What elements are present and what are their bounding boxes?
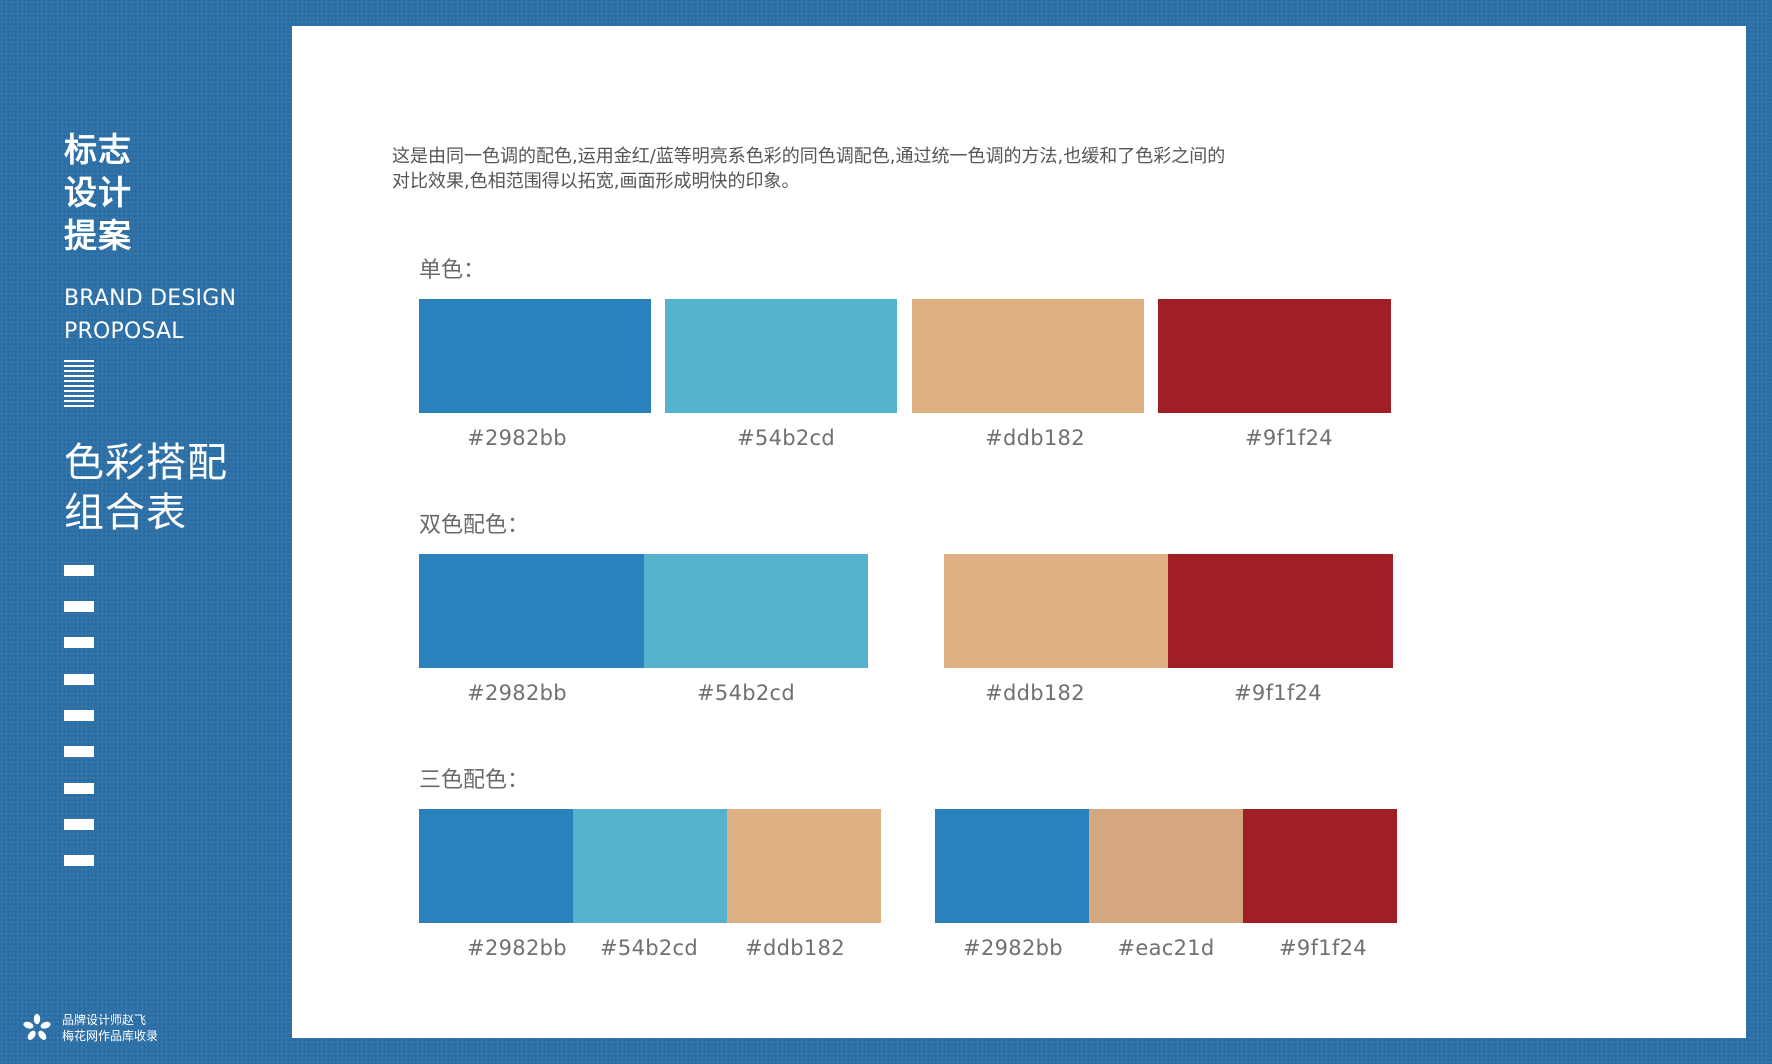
color-swatch xyxy=(1243,809,1397,923)
triple-color-label: 三色配色： xyxy=(419,768,530,793)
hex-code-label: #9f1f24 xyxy=(1279,936,1367,960)
brand-subtitle-line-2: PROPOSAL xyxy=(64,319,184,344)
dash-decoration xyxy=(64,637,94,648)
color-swatch xyxy=(1089,809,1243,923)
hex-code-label: #54b2cd xyxy=(737,426,835,450)
stripes-decoration xyxy=(64,360,94,408)
color-swatch xyxy=(419,554,644,668)
hex-code-label: #2982bb xyxy=(467,426,567,450)
color-swatch xyxy=(727,809,881,923)
section-title-line-1: 色彩搭配 xyxy=(64,440,228,486)
hex-code-label: #ddb182 xyxy=(985,426,1085,450)
hex-code-label: #ddb182 xyxy=(985,681,1085,705)
description-line-1: 这是由同一色调的配色,运用金红/蓝等明亮系色彩的同色调配色,通过统一色调的方法,… xyxy=(392,146,1226,167)
color-swatch xyxy=(935,809,1089,923)
brand-title-line-3: 提案 xyxy=(64,216,132,255)
single-color-label: 单色： xyxy=(419,258,486,283)
color-swatch xyxy=(912,299,1144,413)
sidebar: 标志 设计 提案 BRAND DESIGN PROPOSAL 色彩搭配 组合表 xyxy=(0,0,292,1064)
dash-decoration xyxy=(64,601,94,612)
hex-code-label: #eac21d xyxy=(1117,936,1215,960)
brand-subtitle: BRAND DESIGN PROPOSAL xyxy=(64,282,236,348)
brand-title-line-1: 标志 xyxy=(64,130,132,169)
hex-code-label: #2982bb xyxy=(467,681,567,705)
color-swatch xyxy=(644,554,868,668)
color-swatch xyxy=(1168,554,1393,668)
description: 这是由同一色调的配色,运用金红/蓝等明亮系色彩的同色调配色,通过统一色调的方法,… xyxy=(392,144,1392,194)
hex-code-label: #ddb182 xyxy=(745,936,845,960)
dash-decoration xyxy=(64,710,94,721)
dash-decoration xyxy=(64,819,94,830)
hex-code-label: #2982bb xyxy=(467,936,567,960)
color-swatch xyxy=(665,299,897,413)
hex-code-label: #54b2cd xyxy=(697,681,795,705)
hex-code-label: #2982bb xyxy=(963,936,1063,960)
hex-code-label: #54b2cd xyxy=(600,936,698,960)
content-panel: 这是由同一色调的配色,运用金红/蓝等明亮系色彩的同色调配色,通过统一色调的方法,… xyxy=(292,26,1746,1038)
credit: 品牌设计师赵飞 梅花网作品库收录 xyxy=(22,1012,158,1044)
double-color-label: 双色配色： xyxy=(419,513,530,538)
brand-title-line-2: 设计 xyxy=(64,173,132,212)
credit-line-2: 梅花网作品库收录 xyxy=(62,1029,159,1043)
credit-line-1: 品牌设计师赵飞 xyxy=(62,1013,147,1027)
brand-subtitle-line-1: BRAND DESIGN xyxy=(64,286,237,311)
description-line-2: 对比效果,色相范围得以拓宽,画面形成明快的印象。 xyxy=(392,171,800,192)
color-swatch xyxy=(1158,299,1391,413)
section-title-line-2: 组合表 xyxy=(64,490,187,536)
hex-code-label: #9f1f24 xyxy=(1245,426,1333,450)
plum-blossom-logo-icon xyxy=(23,1013,51,1040)
color-swatch xyxy=(573,809,727,923)
dash-decoration xyxy=(64,565,94,576)
hex-code-label: #9f1f24 xyxy=(1234,681,1322,705)
color-swatch xyxy=(944,554,1168,668)
section-title: 色彩搭配 组合表 xyxy=(64,438,228,538)
dash-decoration xyxy=(64,855,94,866)
dash-decoration xyxy=(64,746,94,757)
color-swatch xyxy=(419,299,651,413)
brand-title: 标志 设计 提案 xyxy=(64,128,132,257)
dash-decoration xyxy=(64,674,94,685)
dash-decoration xyxy=(64,783,94,794)
color-swatch xyxy=(419,809,573,923)
